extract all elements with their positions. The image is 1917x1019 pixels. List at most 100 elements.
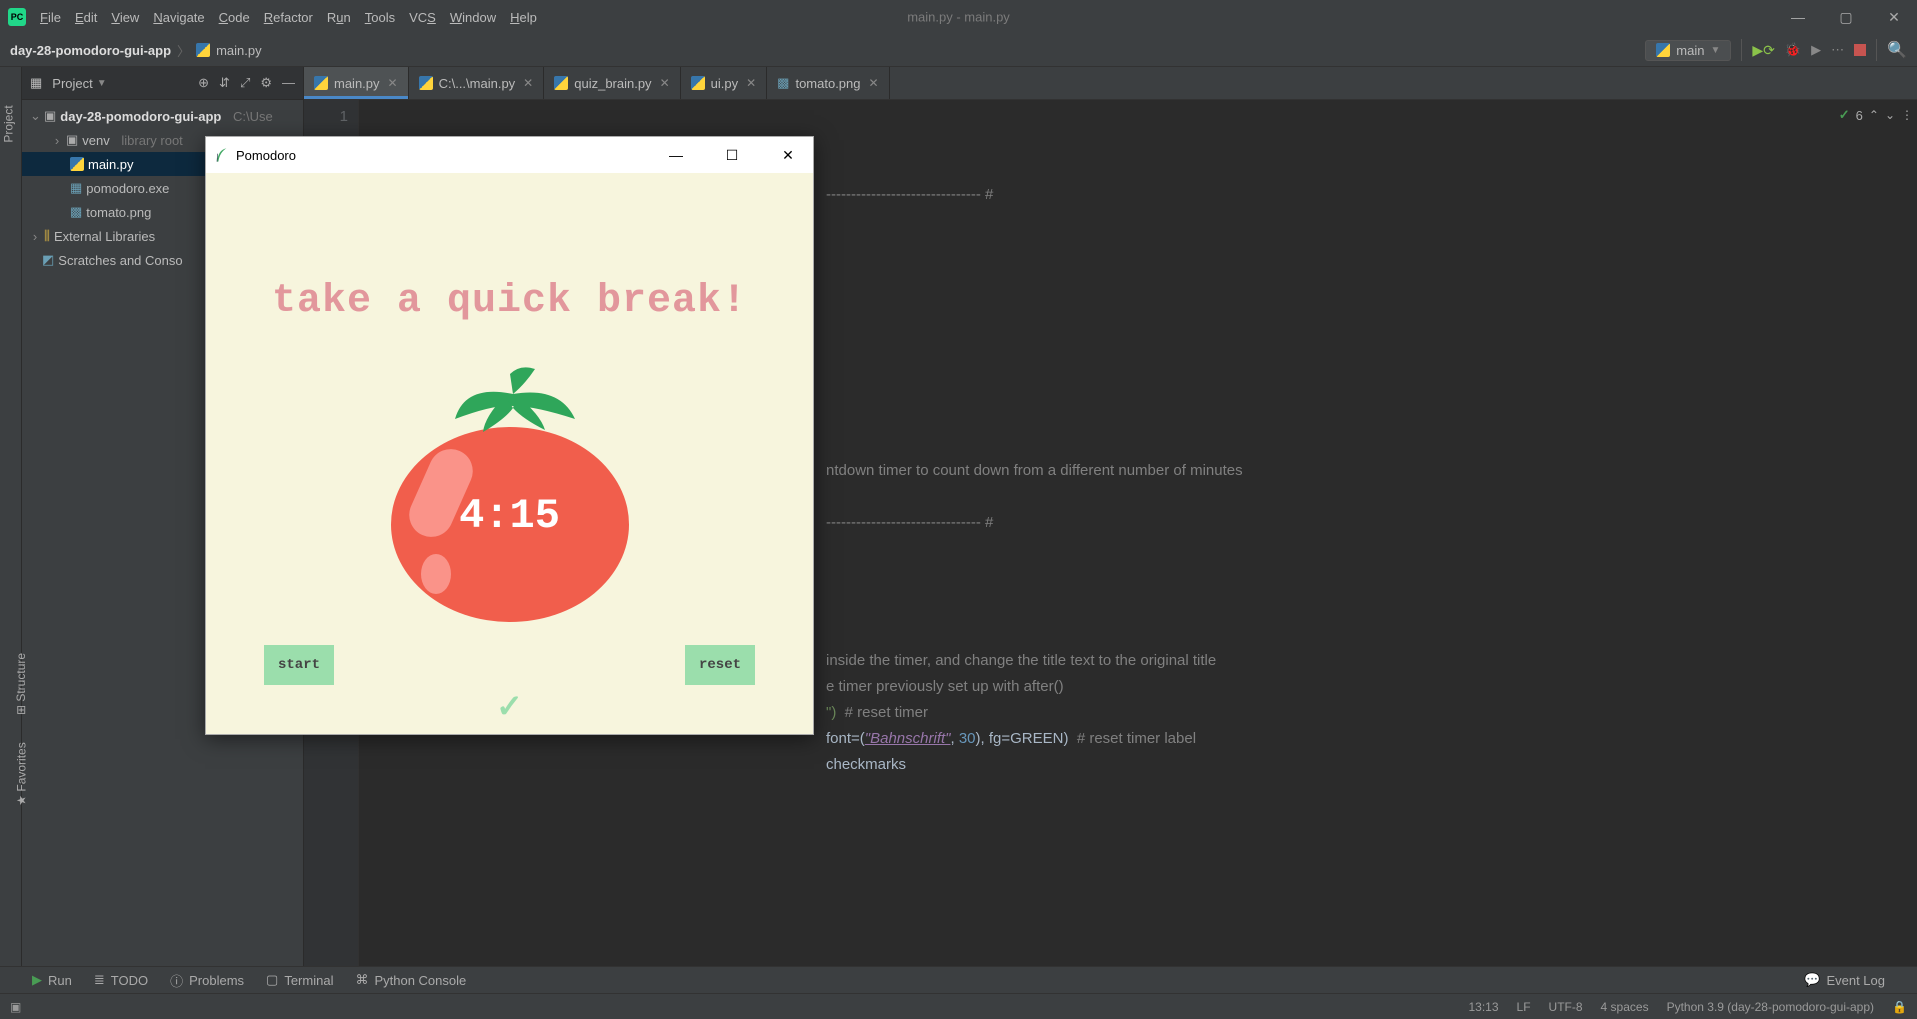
more-actions-button[interactable]: ⋯ (1831, 42, 1844, 58)
code-fragment: font (826, 730, 851, 747)
locate-file-button[interactable]: ⊕ (198, 75, 209, 91)
tab-label: ui.py (711, 76, 738, 91)
pomodoro-title-bar[interactable]: Pomodoro — ☐ ✕ (206, 137, 813, 173)
run-button[interactable]: ▶⟳ (1752, 42, 1775, 59)
rail-tab-favorites[interactable]: ★ Favorites (15, 742, 29, 805)
hide-panel-button[interactable]: — (282, 75, 295, 91)
dropdown-chevron-icon: ▼ (1710, 45, 1720, 56)
menu-window[interactable]: Window (450, 10, 496, 25)
close-tab-icon[interactable]: ✕ (388, 76, 398, 90)
pomodoro-maximize-button[interactable]: ☐ (715, 147, 749, 164)
maximize-button[interactable]: ▢ (1831, 9, 1861, 26)
tab-tomato[interactable]: ▩ tomato.png ✕ (767, 67, 889, 99)
todo-tool-tab[interactable]: ≣TODO (94, 972, 148, 988)
image-file-icon: ▩ (777, 75, 789, 91)
tool-label: Event Log (1826, 973, 1885, 988)
tomato-image: 4:15 (385, 372, 635, 622)
tab-main[interactable]: main.py ✕ (304, 67, 409, 99)
tkinter-feather-icon (214, 147, 228, 163)
tab-quiz-brain[interactable]: quiz_brain.py ✕ (544, 67, 680, 99)
project-view-selector[interactable]: Project ▼ (52, 76, 188, 91)
collapse-all-button[interactable]: ⤢ (240, 75, 250, 91)
menu-edit[interactable]: Edit (75, 10, 97, 25)
menu-code[interactable]: Code (219, 10, 250, 25)
menu-view[interactable]: View (111, 10, 139, 25)
readonly-lock-icon[interactable]: 🔒 (1892, 1000, 1907, 1014)
close-button[interactable]: ✕ (1879, 9, 1909, 26)
problems-tool-tab[interactable]: ⓘProblems (170, 971, 244, 990)
python-interpreter[interactable]: Python 3.9 (day-28-pomodoro-gui-app) (1667, 1000, 1874, 1014)
breadcrumb-separator-icon: 〉 (177, 41, 190, 60)
tree-arrow-icon[interactable]: ⌄ (30, 108, 40, 124)
start-button[interactable]: start (264, 645, 334, 685)
tab-label: C:\...\main.py (439, 76, 516, 91)
reset-button[interactable]: reset (685, 645, 755, 685)
toolbar-separator (1876, 39, 1877, 61)
close-tab-icon[interactable]: ✕ (523, 76, 533, 90)
tree-root-hint: C:\Use (233, 109, 273, 124)
ide-window-controls: — ▢ ✕ (1783, 9, 1909, 26)
breadcrumb-root[interactable]: day-28-pomodoro-gui-app (10, 43, 171, 58)
event-log-tool-tab[interactable]: 💬 Event Log (1804, 972, 1885, 988)
code-fragment: fg (989, 730, 1002, 747)
run-config-selector[interactable]: main ▼ (1645, 40, 1731, 61)
menu-file[interactable]: File (40, 10, 61, 25)
rail-tab-project[interactable]: Project (2, 105, 16, 142)
breadcrumb-file[interactable]: main.py (216, 43, 262, 58)
python-file-icon (196, 43, 210, 57)
bottom-tool-bar: ▶Run ≣TODO ⓘProblems ▢Terminal ⌘Python C… (0, 966, 1917, 993)
tree-scratches-label: Scratches and Conso (58, 253, 182, 268)
run-config-label: main (1676, 43, 1704, 58)
event-log-icon: 💬 (1804, 972, 1820, 988)
pomodoro-canvas: take a quick break! 4:15 start reset ✓ (206, 173, 813, 734)
python-file-icon (554, 76, 568, 90)
chevron-down-icon: ▼ (97, 78, 107, 89)
project-view-label: Project (52, 76, 92, 91)
python-console-icon: ⌘ (355, 972, 368, 988)
toolbar-right: main ▼ ▶⟳ 🐞 ▶ ⋯ 🔍 (1645, 34, 1907, 66)
exe-file-icon: ▦ (70, 180, 82, 196)
code-fragment: "Bahnschrift" (865, 730, 951, 747)
menu-run[interactable]: Run (327, 10, 351, 25)
pomodoro-close-button[interactable]: ✕ (771, 147, 805, 164)
menu-refactor[interactable]: Refactor (264, 10, 313, 25)
pomodoro-minimize-button[interactable]: — (659, 147, 693, 164)
code-fragment: # reset timer (845, 704, 928, 721)
search-everywhere-icon[interactable]: 🔍 (1887, 40, 1907, 60)
run-with-coverage-button[interactable]: ▶ (1811, 42, 1821, 58)
menu-vcs[interactable]: VCS (409, 10, 436, 25)
debug-button[interactable]: 🐞 (1785, 42, 1801, 58)
tree-root[interactable]: ⌄ ▣ day-28-pomodoro-gui-app C:\Use (22, 104, 303, 128)
caret-position[interactable]: 13:13 (1469, 1000, 1499, 1014)
stop-button[interactable] (1854, 44, 1866, 56)
tab-label: tomato.png (795, 76, 860, 91)
python-console-tool-tab[interactable]: ⌘Python Console (355, 972, 466, 988)
line-separator[interactable]: LF (1517, 1000, 1531, 1014)
expand-all-button[interactable]: ⇵ (219, 75, 230, 91)
terminal-tool-tab[interactable]: ▢Terminal (266, 972, 333, 988)
minimize-button[interactable]: — (1783, 9, 1813, 26)
code-fragment: ") (826, 704, 845, 721)
menu-navigate[interactable]: Navigate (153, 10, 204, 25)
tree-venv-label: venv (82, 133, 109, 148)
tool-label: Run (48, 973, 72, 988)
file-encoding[interactable]: UTF-8 (1549, 1000, 1583, 1014)
indent-settings[interactable]: 4 spaces (1601, 1000, 1649, 1014)
run-tool-tab[interactable]: ▶Run (32, 972, 72, 988)
menu-help[interactable]: Help (510, 10, 537, 25)
close-tab-icon[interactable]: ✕ (746, 76, 756, 90)
tree-arrow-icon[interactable]: › (30, 229, 40, 244)
folder-icon: ▣ (44, 108, 56, 124)
pomodoro-buttons-row: start reset (264, 645, 755, 685)
rail-tab-structure[interactable]: ⊞ Structure (14, 653, 28, 715)
close-tab-icon[interactable]: ✕ (660, 76, 670, 90)
breadcrumb[interactable]: day-28-pomodoro-gui-app 〉 main.py (10, 41, 262, 60)
pomodoro-window-controls: — ☐ ✕ (659, 147, 805, 164)
close-tab-icon[interactable]: ✕ (869, 76, 879, 90)
status-indicator-icon[interactable]: ▣ (10, 1000, 21, 1014)
tab-path-main[interactable]: C:\...\main.py ✕ (409, 67, 545, 99)
tree-arrow-icon[interactable]: › (52, 133, 62, 148)
menu-tools[interactable]: Tools (365, 10, 395, 25)
project-settings-button[interactable]: ⚙ (260, 75, 272, 91)
tab-ui[interactable]: ui.py ✕ (681, 67, 768, 99)
